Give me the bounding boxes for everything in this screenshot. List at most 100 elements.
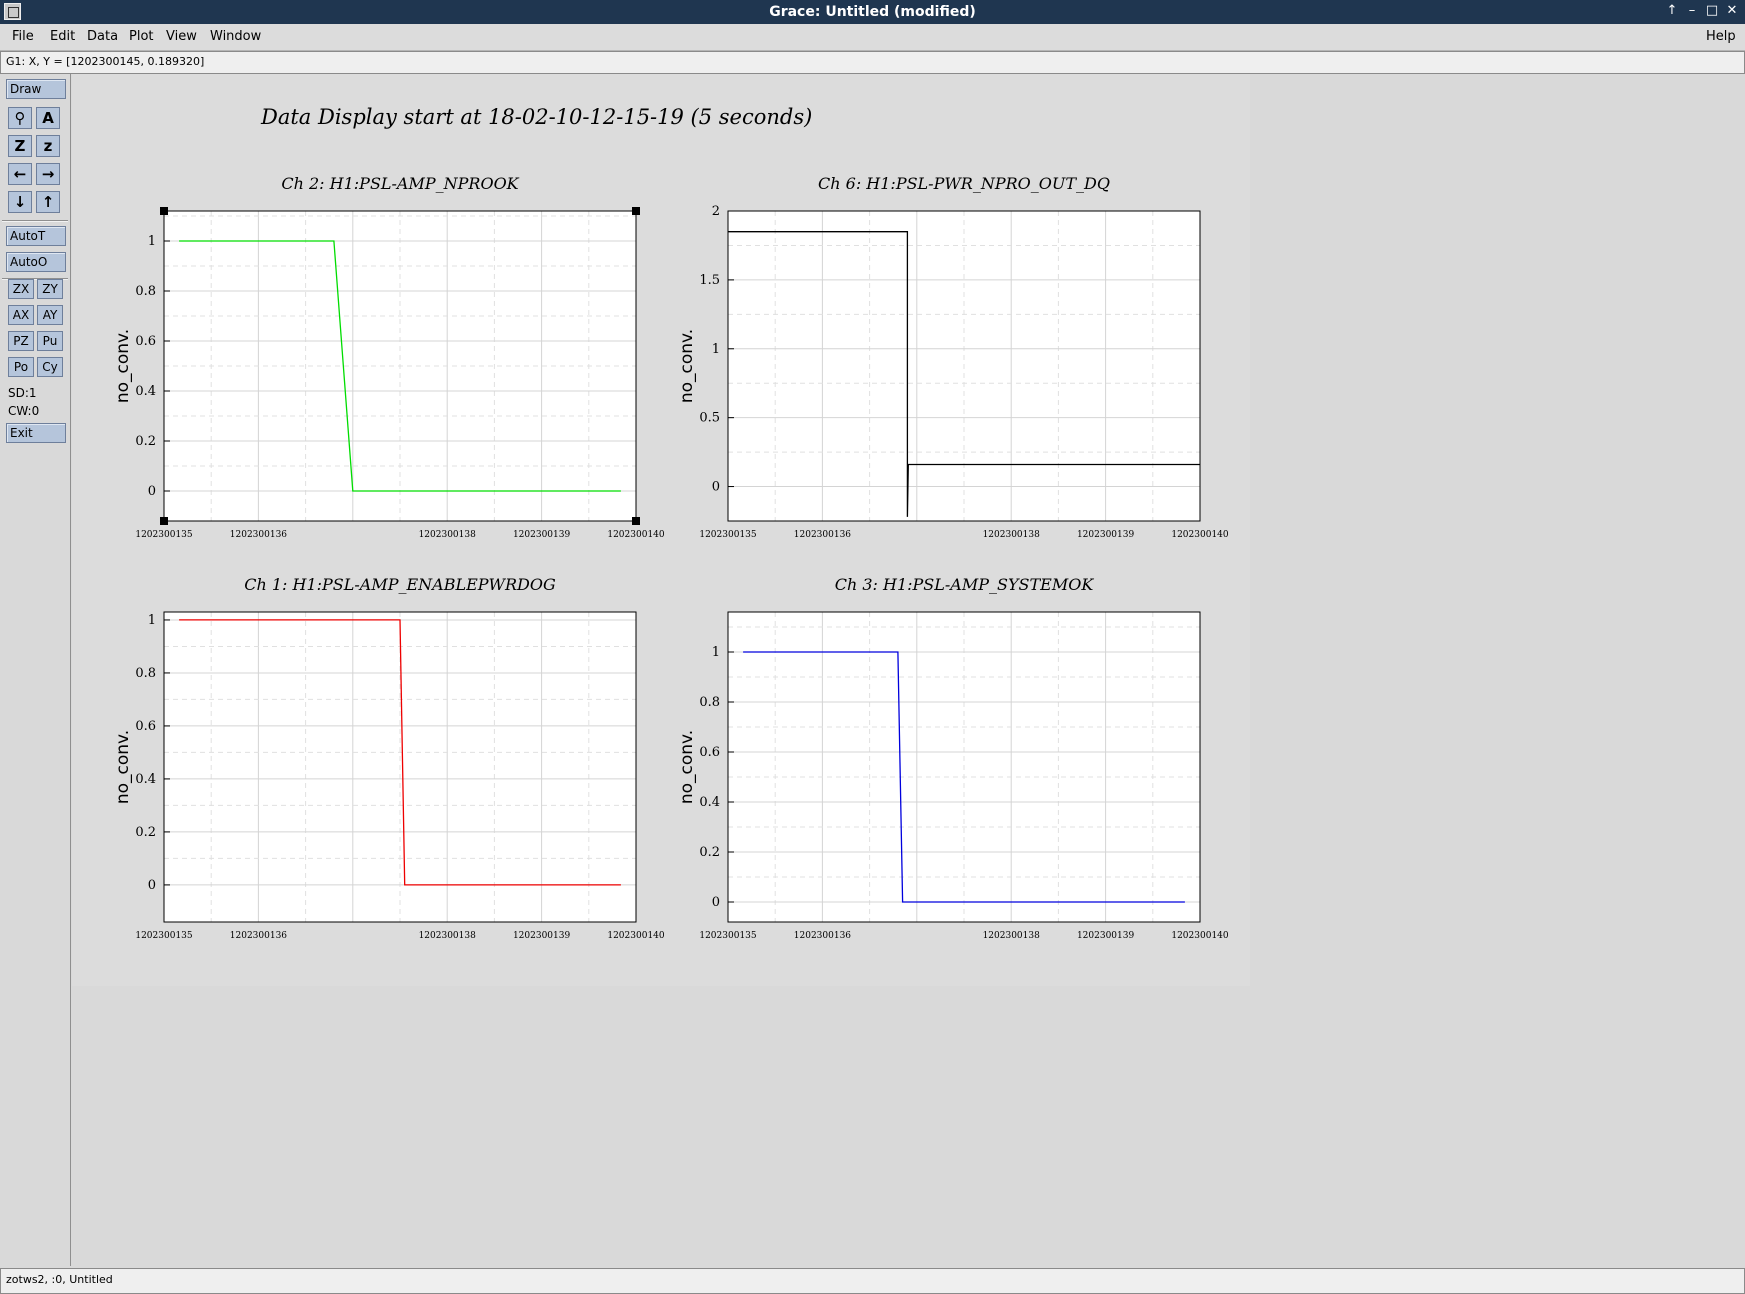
text-icon: A — [42, 109, 54, 127]
x-tick-label: 1202300138 — [419, 931, 477, 941]
draw-button[interactable]: Draw — [6, 79, 66, 99]
x-tick-label: 1202300139 — [1077, 931, 1135, 941]
y-tick-label: 1.5 — [699, 273, 720, 288]
x-tick-label: 1202300138 — [983, 530, 1041, 540]
chart-title: Ch 3: H1:PSL-AMP_SYSTEMOK — [835, 575, 1095, 594]
menu-edit[interactable]: Edit — [50, 29, 75, 44]
minimize-window-icon[interactable]: – — [1685, 2, 1699, 20]
x-tick-label: 1202300136 — [230, 931, 288, 941]
y-axis-label: no_conv. — [677, 329, 697, 403]
canvas-area[interactable]: Data Display start at 18-02-10-12-15-19 … — [72, 74, 1745, 1266]
cy-button[interactable]: Cy — [37, 357, 63, 377]
y-tick-label: 0.4 — [135, 772, 156, 787]
scroll-down-button[interactable]: ↓ — [8, 191, 32, 213]
window-controls: ↑ – □ ✕ — [1665, 2, 1739, 20]
zoom-in-button[interactable]: Z — [8, 135, 32, 157]
x-tick-label: 1202300140 — [607, 530, 665, 540]
menu-help[interactable]: Help — [1706, 29, 1736, 44]
cw-status: CW:0 — [8, 404, 40, 418]
scroll-right-button[interactable]: → — [36, 163, 60, 185]
menu-bar: File Edit Data Plot View Window Help — [0, 24, 1745, 51]
y-tick-label: 0 — [712, 895, 720, 910]
y-tick-label: 0.8 — [135, 284, 156, 299]
ay-button[interactable]: AY — [37, 305, 63, 325]
y-tick-label: 1 — [148, 613, 156, 628]
maximize-window-icon[interactable]: □ — [1705, 2, 1719, 20]
y-tick-label: 0.5 — [699, 411, 720, 426]
x-tick-label: 1202300139 — [513, 931, 571, 941]
toolbox-divider — [2, 220, 68, 222]
zx-button[interactable]: ZX — [8, 279, 34, 299]
chart-title: Ch 6: H1:PSL-PWR_NPRO_OUT_DQ — [818, 174, 1110, 193]
selection-handle — [632, 207, 640, 215]
locator-bar: G1: X, Y = [1202300145, 0.189320] — [0, 51, 1745, 74]
status-text: zotws2, :0, Untitled — [6, 1273, 113, 1286]
y-tick-label: 0.6 — [135, 719, 156, 734]
y-tick-label: 0 — [712, 480, 720, 495]
y-axis-label: no_conv. — [113, 730, 133, 804]
y-tick-label: 0.2 — [135, 825, 156, 840]
magnify-icon: ⚲ — [14, 109, 26, 127]
y-tick-label: 1 — [148, 234, 156, 249]
raise-window-icon[interactable]: ↑ — [1665, 2, 1679, 20]
chart-title: Ch 2: H1:PSL-AMP_NPROOK — [281, 174, 519, 193]
magnify-button[interactable]: ⚲ — [8, 107, 32, 129]
zoom-out-icon: z — [43, 137, 53, 155]
ax-button[interactable]: AX — [8, 305, 34, 325]
locator-readout: G1: X, Y = [1202300145, 0.189320] — [6, 55, 205, 68]
y-tick-label: 1 — [712, 645, 720, 660]
arrow-up-icon: ↑ — [41, 193, 55, 211]
x-tick-label: 1202300136 — [794, 530, 852, 540]
x-tick-label: 1202300138 — [419, 530, 477, 540]
zoom-in-icon: Z — [14, 137, 26, 155]
exit-button[interactable]: Exit — [6, 423, 66, 443]
x-tick-label: 1202300139 — [513, 530, 571, 540]
plot-canvas[interactable]: Data Display start at 18-02-10-12-15-19 … — [72, 74, 1745, 1266]
pz-button[interactable]: PZ — [8, 331, 34, 351]
menu-view[interactable]: View — [166, 29, 197, 44]
autoo-button[interactable]: AutoO — [6, 252, 66, 272]
x-tick-label: 1202300136 — [230, 530, 288, 540]
window-title: Grace: Untitled (modified) — [769, 4, 976, 20]
page-title: Data Display start at 18-02-10-12-15-19 … — [260, 105, 812, 129]
toolbox-panel: Draw ⚲ A Z z ← → ↓ ↑ AutoT AutoO ZX ZY A… — [0, 74, 71, 1266]
y-tick-label: 0.4 — [135, 384, 156, 399]
menu-plot[interactable]: Plot — [129, 29, 154, 44]
y-tick-label: 0 — [148, 878, 156, 893]
x-tick-label: 1202300140 — [1171, 931, 1229, 941]
x-tick-label: 1202300139 — [1077, 530, 1135, 540]
x-tick-label: 1202300136 — [794, 931, 852, 941]
zoom-out-button[interactable]: z — [36, 135, 60, 157]
scroll-up-button[interactable]: ↑ — [36, 191, 60, 213]
x-tick-label: 1202300135 — [699, 530, 757, 540]
y-tick-label: 0.6 — [699, 745, 720, 760]
x-tick-label: 1202300140 — [607, 931, 665, 941]
y-tick-label: 2 — [712, 204, 720, 219]
y-tick-label: 0.4 — [699, 795, 720, 810]
pu-button[interactable]: Pu — [37, 331, 63, 351]
x-tick-label: 1202300135 — [135, 530, 193, 540]
y-tick-label: 0.2 — [699, 845, 720, 860]
x-tick-label: 1202300135 — [699, 931, 757, 941]
menu-file[interactable]: File — [12, 29, 34, 44]
y-tick-label: 0.8 — [699, 695, 720, 710]
y-tick-label: 0.2 — [135, 434, 156, 449]
scroll-left-button[interactable]: ← — [8, 163, 32, 185]
close-window-icon[interactable]: ✕ — [1725, 2, 1739, 20]
po-button[interactable]: Po — [8, 357, 34, 377]
zy-button[interactable]: ZY — [37, 279, 63, 299]
menu-window[interactable]: Window — [210, 29, 261, 44]
y-axis-label: no_conv. — [677, 730, 697, 804]
menu-data[interactable]: Data — [87, 29, 118, 44]
x-tick-label: 1202300135 — [135, 931, 193, 941]
autot-button[interactable]: AutoT — [6, 226, 66, 246]
x-tick-label: 1202300138 — [983, 931, 1041, 941]
y-tick-label: 1 — [712, 342, 720, 357]
arrow-right-icon: → — [41, 165, 55, 183]
y-tick-label: 0 — [148, 484, 156, 499]
status-bar: zotws2, :0, Untitled — [0, 1268, 1745, 1294]
chart-title: Ch 1: H1:PSL-AMP_ENABLEPWRDOG — [244, 575, 556, 594]
text-button[interactable]: A — [36, 107, 60, 129]
arrow-left-icon: ← — [13, 165, 27, 183]
y-tick-label: 0.6 — [135, 334, 156, 349]
